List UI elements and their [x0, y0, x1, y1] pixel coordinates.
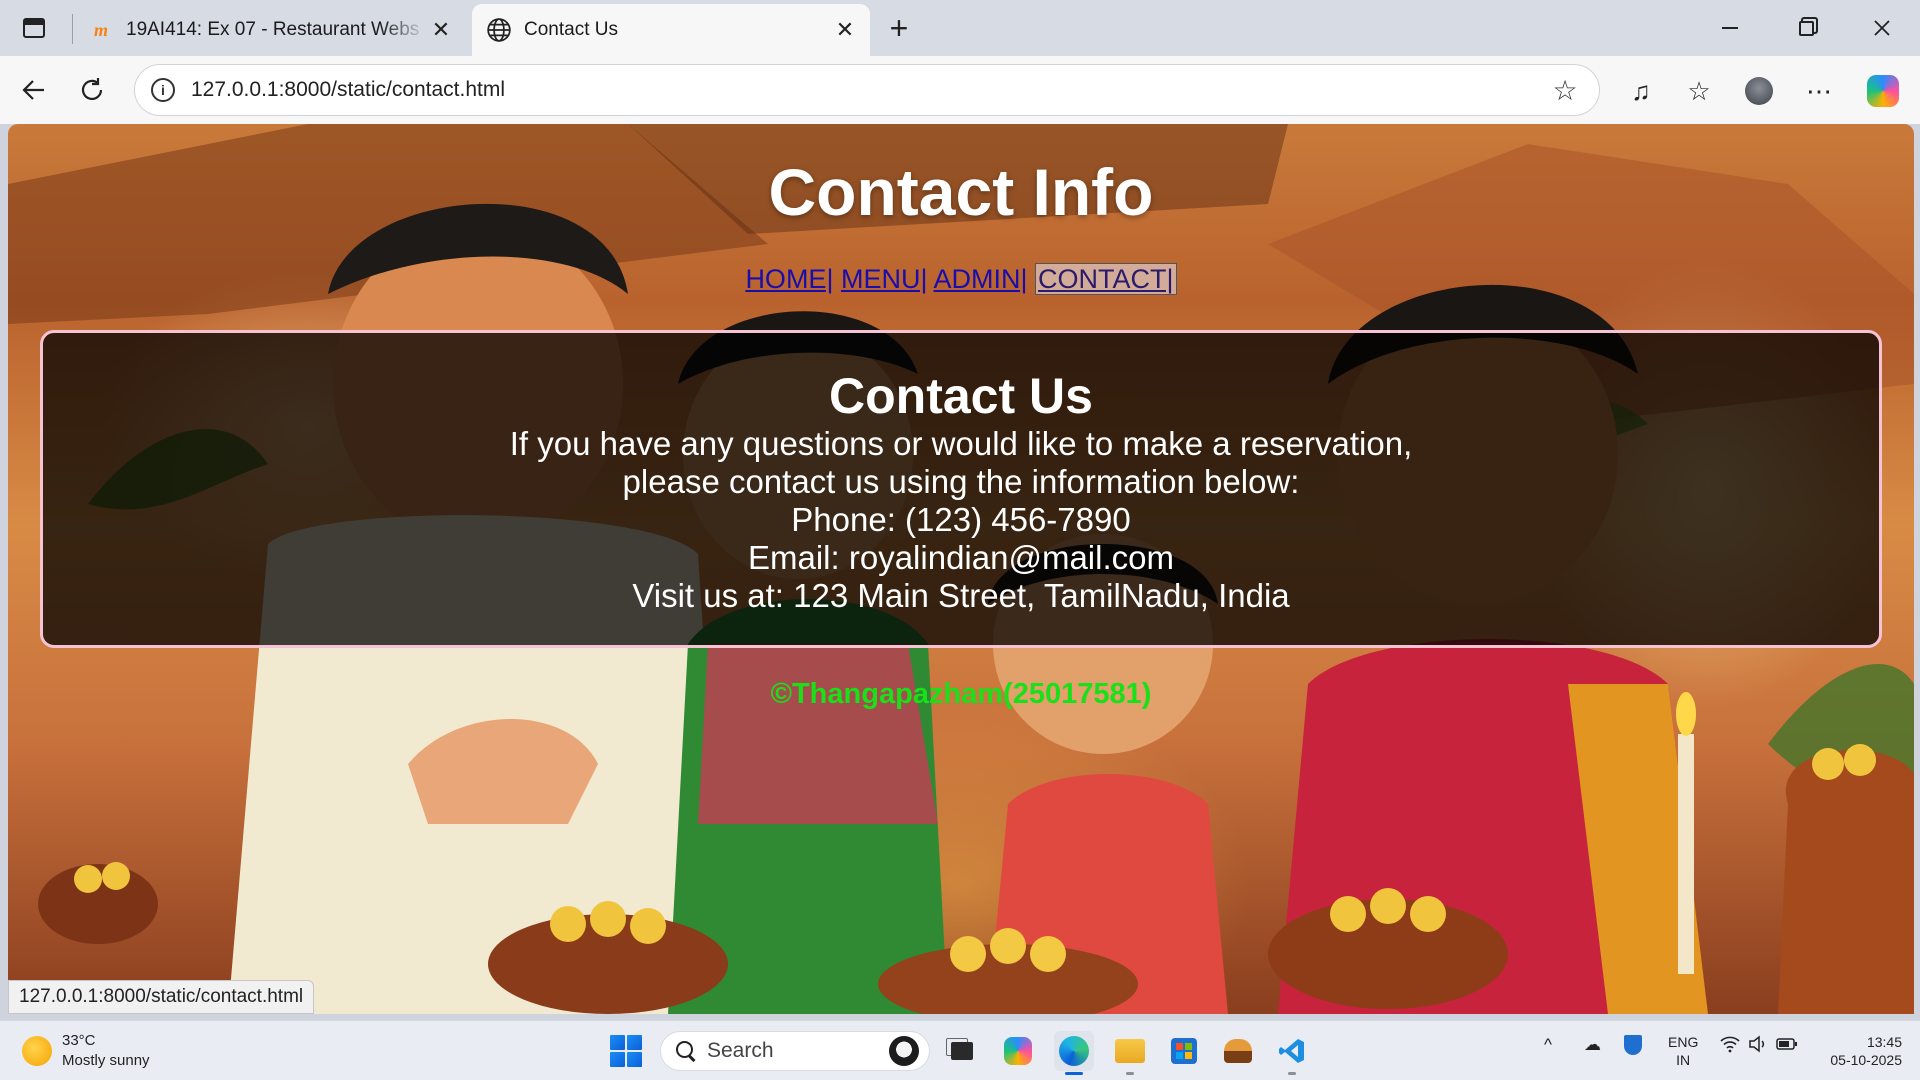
back-arrow-icon — [22, 80, 44, 100]
tab-contact-us[interactable]: Contact Us ✕ — [472, 4, 870, 56]
volume-icon[interactable] — [1748, 1035, 1768, 1058]
clock-time: 13:45 — [1866, 1034, 1902, 1050]
clock-date: 05-10-2025 — [1830, 1052, 1902, 1068]
windows-logo-icon — [610, 1035, 625, 1050]
taskbar-search[interactable]: Search — [660, 1031, 930, 1071]
close-window-button[interactable] — [1844, 0, 1920, 56]
onedrive-cloud-icon[interactable]: ☁ — [1584, 1035, 1601, 1055]
restore-button[interactable] — [1768, 0, 1844, 56]
site-nav: HOME| MENU| ADMIN| CONTACT| — [8, 263, 1914, 295]
site-info-icon[interactable]: i — [151, 78, 175, 102]
input-language-indicator[interactable]: ENG IN — [1668, 1033, 1698, 1069]
url-text[interactable]: 127.0.0.1:8000/static/contact.html — [191, 78, 1545, 102]
region-code: IN — [1676, 1052, 1691, 1068]
contact-heading: Contact Us — [829, 368, 1093, 424]
close-tab-icon[interactable]: ✕ — [830, 15, 860, 45]
tab-bar: m 19AI414: Ex 07 - Restaurant Webs ✕ Con… — [0, 0, 1920, 56]
weather-condition: Mostly sunny — [62, 1052, 150, 1069]
navigation-bar: i 127.0.0.1:8000/static/contact.html ☆ ♫… — [0, 56, 1920, 124]
game-app-icon[interactable] — [1218, 1031, 1258, 1071]
link-status-tooltip: 127.0.0.1:8000/static/contact.html — [8, 980, 315, 1014]
page-viewport: Contact Info HOME| MENU| ADMIN| CONTACT|… — [8, 124, 1914, 1014]
globe-icon — [486, 17, 512, 43]
contact-phone: Phone: (123) 456-7890 — [791, 501, 1131, 538]
contact-panel: Contact Us If you have any questions or … — [40, 330, 1882, 648]
close-tab-icon[interactable]: ✕ — [426, 15, 456, 45]
copilot-icon[interactable] — [1862, 70, 1904, 112]
more-options-icon[interactable]: ⋯ — [1798, 70, 1840, 112]
copilot-taskbar-icon[interactable] — [998, 1031, 1038, 1071]
nav-link-menu[interactable]: MENU| — [841, 264, 928, 294]
show-hidden-icons-chevron-up-icon[interactable]: ^ — [1544, 1035, 1552, 1055]
running-app-indicator — [1288, 1072, 1296, 1075]
address-bar[interactable]: i 127.0.0.1:8000/static/contact.html ☆ — [134, 64, 1600, 116]
tab-title: Contact Us — [524, 19, 618, 40]
profile-avatar[interactable] — [1738, 70, 1780, 112]
taskbar: 33°C Mostly sunny Search ^ ☁ ENG IN 13:4… — [0, 1020, 1920, 1080]
close-icon — [1874, 20, 1890, 36]
active-app-indicator — [1065, 1072, 1083, 1075]
security-shield-icon[interactable] — [1624, 1035, 1642, 1055]
contact-intro-line-1: If you have any questions or would like … — [509, 425, 1413, 462]
copyright-footer: ©Thangapazham(25017581) — [770, 678, 1152, 710]
moodle-icon: m — [93, 19, 108, 40]
search-icon — [675, 1040, 697, 1062]
tab-title: 19AI414: Ex 07 - Restaurant Webs — [126, 19, 420, 40]
favorite-star-icon[interactable]: ☆ — [1545, 70, 1585, 110]
lang-code: ENG — [1668, 1034, 1699, 1050]
weather-temp: 33°C — [62, 1032, 96, 1049]
system-clock[interactable]: 13:45 05-10-2025 — [1812, 1033, 1902, 1069]
nav-link-contact[interactable]: CONTACT| — [1035, 263, 1177, 295]
tab-restaurant-website[interactable]: m 19AI414: Ex 07 - Restaurant Webs ✕ — [74, 4, 466, 56]
restore-icon — [1798, 20, 1814, 36]
search-highlight-icon — [889, 1036, 919, 1066]
running-app-indicator — [1126, 1072, 1134, 1075]
new-tab-button[interactable]: + — [880, 10, 918, 46]
wifi-icon[interactable] — [1720, 1035, 1740, 1058]
tab-separator — [72, 14, 73, 44]
minimize-button[interactable] — [1692, 0, 1768, 56]
contact-email: Email: royalindian@mail.com — [748, 539, 1174, 576]
contact-intro-line-2: please contact us using the information … — [622, 463, 1300, 500]
favorites-icon[interactable]: ☆ — [1678, 70, 1720, 112]
media-control-icon[interactable]: ♫ — [1620, 70, 1662, 112]
nav-link-home[interactable]: HOME| — [745, 264, 833, 294]
tab-actions-button[interactable] — [14, 10, 54, 46]
minimize-icon — [1722, 27, 1738, 29]
battery-icon[interactable] — [1776, 1035, 1798, 1058]
file-explorer-icon[interactable] — [1110, 1031, 1150, 1075]
sun-icon — [22, 1036, 52, 1066]
weather-widget[interactable]: 33°C Mostly sunny — [22, 1031, 150, 1071]
search-label: Search — [707, 1039, 774, 1062]
edge-browser-icon[interactable] — [1054, 1031, 1094, 1075]
microsoft-store-icon[interactable] — [1164, 1031, 1204, 1071]
vscode-icon[interactable] — [1272, 1031, 1312, 1075]
start-button[interactable] — [610, 1035, 642, 1067]
reload-icon — [81, 78, 103, 101]
page-title: Contact Info — [768, 155, 1154, 229]
task-view-icon[interactable] — [942, 1031, 982, 1071]
nav-link-admin[interactable]: ADMIN| — [934, 264, 1028, 294]
contact-address: Visit us at: 123 Main Street, TamilNadu,… — [632, 577, 1290, 614]
reload-button[interactable] — [70, 68, 114, 112]
back-button[interactable] — [12, 68, 56, 112]
tab-actions-icon — [23, 18, 45, 38]
